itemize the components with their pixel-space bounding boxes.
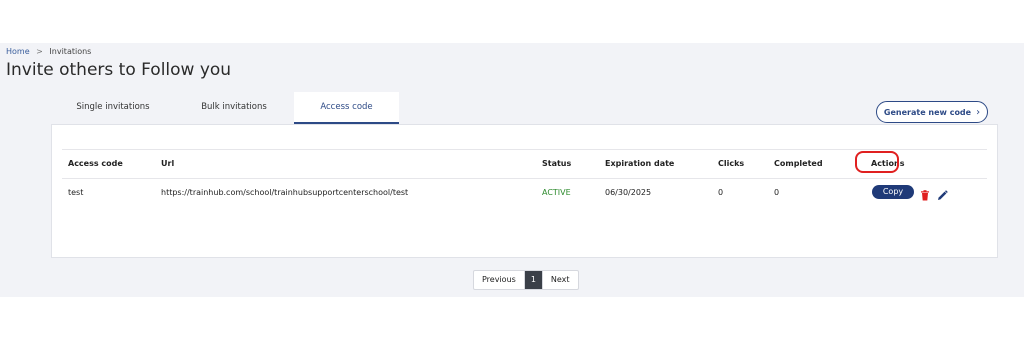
- table-row: test https://trainhub.com/school/trainhu…: [62, 178, 987, 208]
- cell-completed: 0: [774, 188, 780, 197]
- page-content: Home > Invitations Invite others to Foll…: [0, 43, 1024, 297]
- page-title: Invite others to Follow you: [6, 60, 232, 80]
- breadcrumb-home-link[interactable]: Home: [6, 47, 30, 56]
- copy-button[interactable]: Copy: [872, 185, 914, 199]
- actions-highlight-circle: [855, 151, 899, 173]
- tab-single-invitations[interactable]: Single invitations: [52, 92, 174, 124]
- tab-access-code[interactable]: Access code: [294, 92, 399, 124]
- tab-bar: Single invitations Bulk invitations Acce…: [52, 92, 412, 124]
- tab-bulk-invitations[interactable]: Bulk invitations: [174, 92, 294, 124]
- pencil-icon[interactable]: [937, 186, 948, 200]
- access-code-panel: Access code Url Status Expiration date C…: [51, 124, 998, 290]
- breadcrumb-separator: >: [36, 47, 43, 56]
- breadcrumb-current: Invitations: [49, 47, 92, 56]
- pagination: Previous 1 Next: [473, 270, 579, 290]
- trash-icon[interactable]: [920, 186, 931, 201]
- header-access-code: Access code: [68, 159, 123, 168]
- generate-new-code-label: Generate new code: [883, 107, 972, 117]
- cell-expiration-date: 06/30/2025: [605, 188, 652, 197]
- breadcrumb: Home > Invitations: [6, 47, 91, 56]
- header-status: Status: [542, 159, 572, 168]
- header-completed: Completed: [774, 159, 823, 168]
- table-header: Access code Url Status Expiration date C…: [62, 149, 987, 179]
- cell-access-code: test: [68, 188, 84, 197]
- next-page-button[interactable]: Next: [541, 271, 578, 289]
- cell-status: ACTIVE: [542, 188, 571, 197]
- cell-url: https://trainhub.com/school/trainhubsupp…: [161, 188, 409, 197]
- header-expiration-date: Expiration date: [605, 159, 675, 168]
- page-1-button[interactable]: 1: [523, 271, 542, 289]
- header-clicks: Clicks: [718, 159, 745, 168]
- header-url: Url: [161, 159, 175, 168]
- previous-page-button[interactable]: Previous: [474, 271, 524, 289]
- chevron-right-icon: ›: [976, 106, 981, 118]
- cell-clicks: 0: [718, 188, 724, 197]
- generate-new-code-button[interactable]: Generate new code ›: [876, 101, 988, 123]
